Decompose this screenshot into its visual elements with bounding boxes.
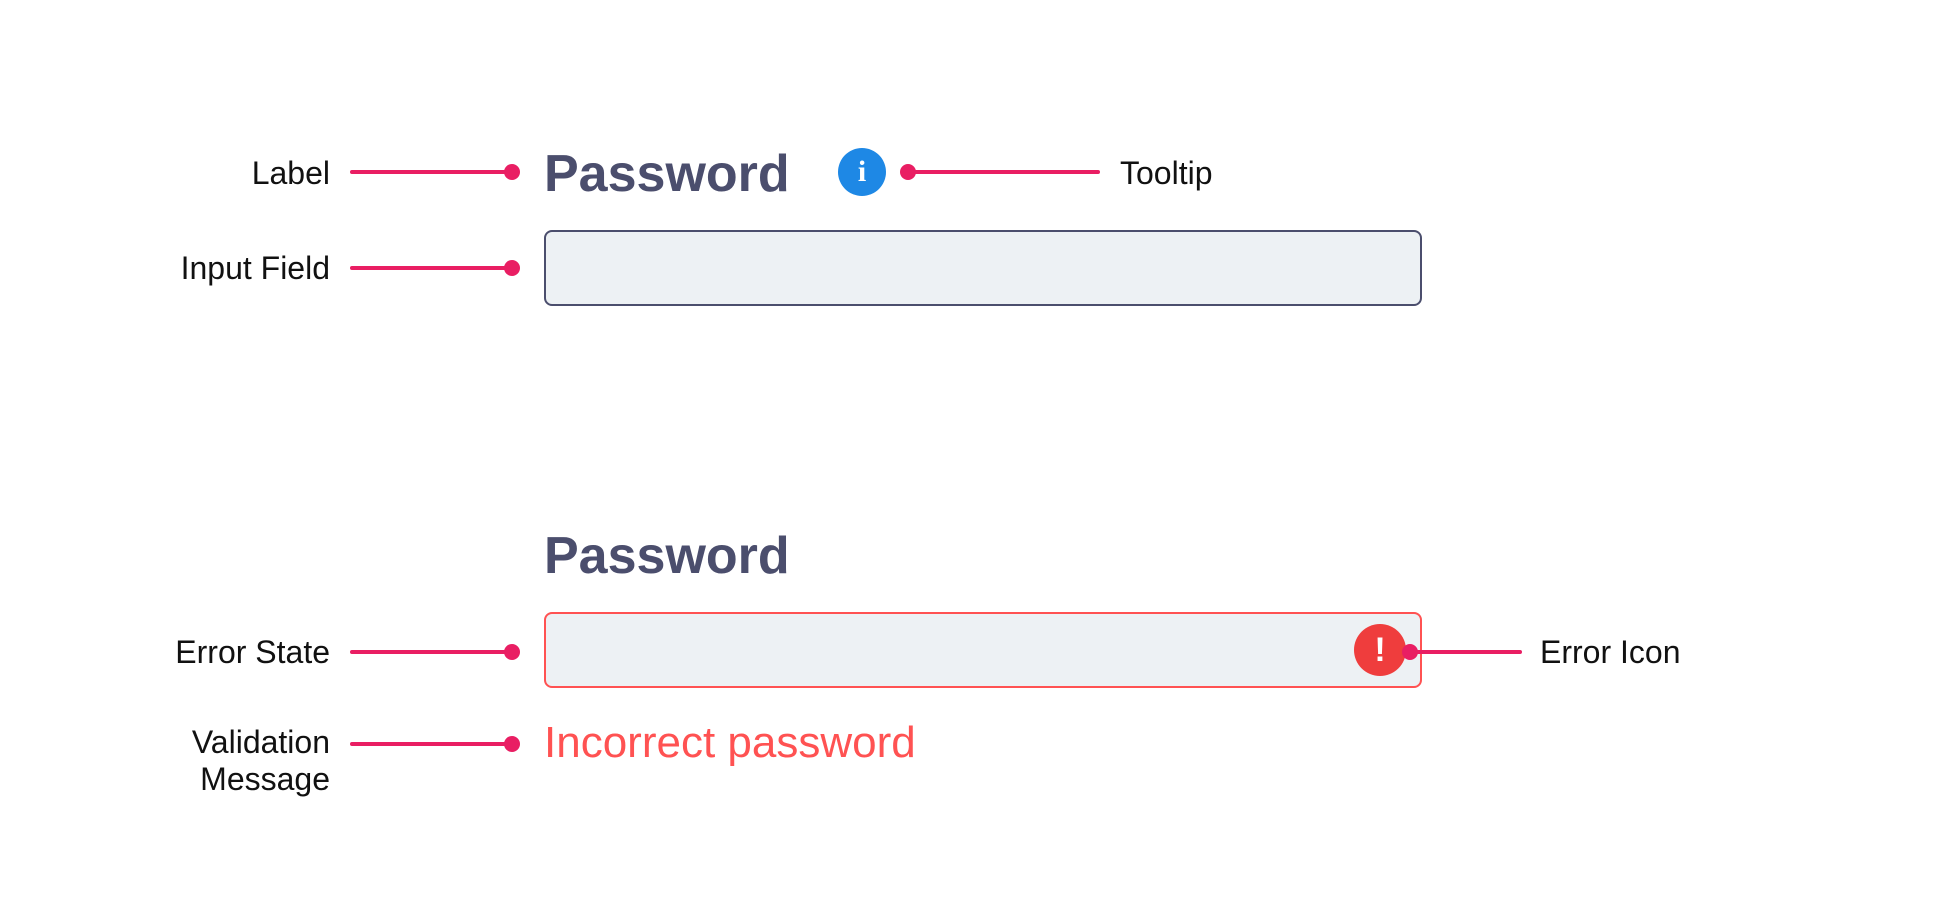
error-icon: ! bbox=[1354, 624, 1406, 676]
connector-dot-validation-message bbox=[504, 736, 520, 752]
validation-message: Incorrect password bbox=[544, 718, 916, 768]
callout-label-text: Label bbox=[230, 155, 330, 192]
callout-input-field-text: Input Field bbox=[150, 250, 330, 287]
connector-dot-error-state bbox=[504, 644, 520, 660]
info-icon[interactable]: i bbox=[838, 148, 886, 196]
callout-validation-message-text: Validation Message bbox=[140, 724, 330, 798]
diagram-canvas: Password i Label Tooltip Input Field Pas… bbox=[0, 0, 1960, 900]
connector-input-field bbox=[350, 266, 510, 270]
connector-tooltip bbox=[910, 170, 1100, 174]
callout-tooltip-text: Tooltip bbox=[1120, 155, 1213, 192]
password-label-normal: Password bbox=[544, 148, 790, 200]
password-input-error[interactable]: ! bbox=[544, 612, 1422, 688]
connector-dot-label bbox=[504, 164, 520, 180]
password-input-normal[interactable] bbox=[544, 230, 1422, 306]
connector-label bbox=[350, 170, 510, 174]
connector-validation-message bbox=[350, 742, 510, 746]
connector-dot-input-field bbox=[504, 260, 520, 276]
callout-error-icon-text: Error Icon bbox=[1540, 634, 1680, 671]
callout-error-state-text: Error State bbox=[150, 634, 330, 671]
connector-error-icon bbox=[1412, 650, 1522, 654]
connector-error-state bbox=[350, 650, 510, 654]
info-glyph: i bbox=[858, 155, 866, 189]
password-label-error: Password bbox=[544, 530, 790, 582]
error-glyph: ! bbox=[1374, 631, 1385, 670]
